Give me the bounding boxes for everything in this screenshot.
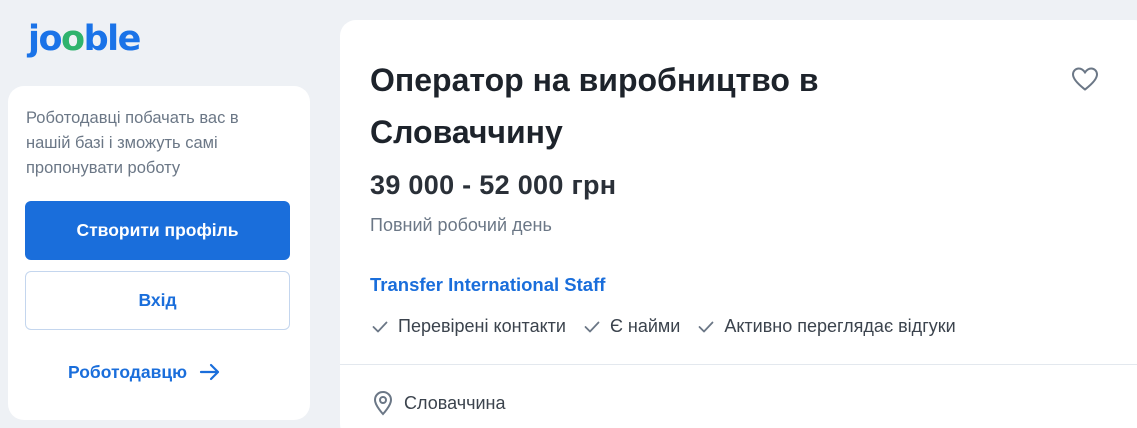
employer-link-label: Роботодавцю <box>68 361 188 382</box>
badge-verified-contacts: Перевірені контакти <box>372 316 566 337</box>
work-schedule: Повний робочий день <box>370 215 552 235</box>
badge-label: Активно переглядає відгуки <box>724 316 956 336</box>
jooble-logo[interactable]: jooble <box>28 22 141 57</box>
badge-label: Перевірені контакти <box>398 316 566 336</box>
badge-label: Є найми <box>609 316 681 336</box>
divider <box>340 364 1137 365</box>
heart-icon <box>1071 67 1099 91</box>
promo-text: Роботодавці побачать вас в нашій базі і … <box>26 109 239 177</box>
map-pin-icon <box>373 390 393 416</box>
salary: 39 000 - 52 000 грн <box>370 170 617 200</box>
arrow-right-icon <box>199 363 220 381</box>
check-icon <box>698 321 714 332</box>
job-location: Словаччина <box>372 390 505 416</box>
profile-promo-card: Роботодавці побачать вас в нашій базі і … <box>8 86 310 420</box>
login-button[interactable]: Вхід <box>25 271 290 330</box>
employer-link[interactable]: Роботодавцю <box>68 358 221 386</box>
job-title[interactable]: Оператор на виробництво в Словаччину <box>370 54 1010 158</box>
badge-active-review: Активно переглядає відгуки <box>698 316 956 337</box>
check-icon <box>372 321 388 332</box>
badge-has-hires: Є найми <box>584 316 680 337</box>
company-link[interactable]: Transfer International Staff <box>370 274 605 296</box>
badge-list: Перевірені контакти Є найми Активно пере… <box>372 316 974 337</box>
favorite-button[interactable] <box>1070 66 1100 92</box>
job-card: Оператор на виробництво в Словаччину 39 … <box>340 20 1137 428</box>
check-icon <box>584 321 600 332</box>
create-profile-button[interactable]: Створити профіль <box>25 201 290 260</box>
location-label: Словаччина <box>404 392 506 413</box>
